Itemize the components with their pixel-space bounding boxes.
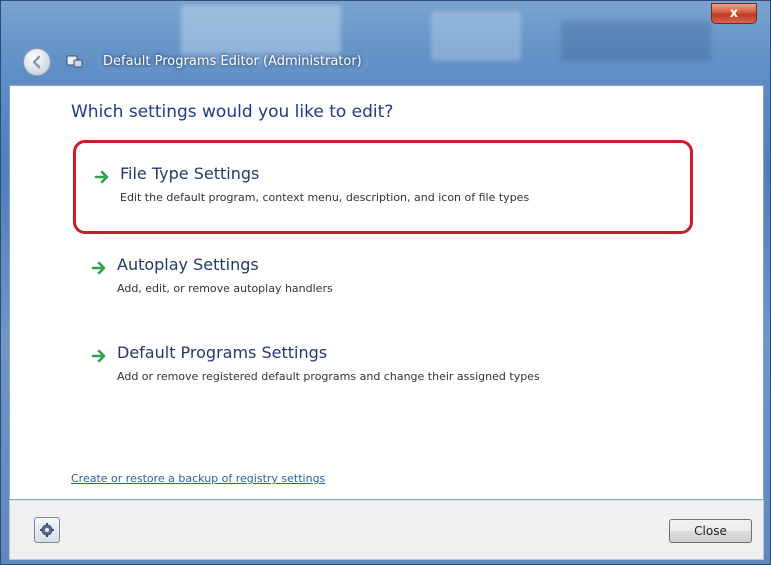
close-button[interactable]: Close bbox=[669, 519, 752, 543]
green-arrow-icon bbox=[94, 170, 109, 184]
gear-icon bbox=[40, 523, 54, 537]
settings-button[interactable] bbox=[34, 517, 60, 543]
option-autoplay-settings[interactable]: Autoplay Settings Add, edit, or remove a… bbox=[73, 234, 693, 328]
window-close-button[interactable]: x bbox=[711, 3, 757, 24]
bottom-bar: Close bbox=[9, 500, 764, 560]
option-title: File Type Settings bbox=[120, 164, 260, 183]
background-blur bbox=[561, 21, 711, 61]
close-icon: x bbox=[729, 6, 739, 21]
window-frame: x Default Programs Editor (Administrator… bbox=[0, 0, 771, 565]
window-title: Default Programs Editor (Administrator) bbox=[97, 52, 368, 72]
page-heading: Which settings would you like to edit? bbox=[71, 102, 394, 122]
background-blur bbox=[431, 11, 521, 61]
back-arrow-icon bbox=[32, 55, 41, 69]
green-arrow-icon bbox=[91, 349, 106, 363]
option-title: Autoplay Settings bbox=[117, 255, 259, 274]
option-default-programs-settings[interactable]: Default Programs Settings Add or remove … bbox=[73, 322, 693, 416]
option-title: Default Programs Settings bbox=[117, 343, 328, 362]
option-description: Add, edit, or remove autoplay handlers bbox=[117, 282, 333, 295]
backup-registry-link[interactable]: Create or restore a backup of registry s… bbox=[71, 472, 325, 485]
option-description: Edit the default program, context menu, … bbox=[120, 191, 530, 204]
app-icon bbox=[65, 51, 85, 71]
option-description: Add or remove registered default program… bbox=[117, 370, 540, 383]
green-arrow-icon bbox=[91, 261, 106, 275]
back-button[interactable] bbox=[23, 48, 51, 76]
option-file-type-settings[interactable]: File Type Settings Edit the default prog… bbox=[73, 140, 693, 234]
content-pane: Which settings would you like to edit? F… bbox=[9, 85, 764, 500]
